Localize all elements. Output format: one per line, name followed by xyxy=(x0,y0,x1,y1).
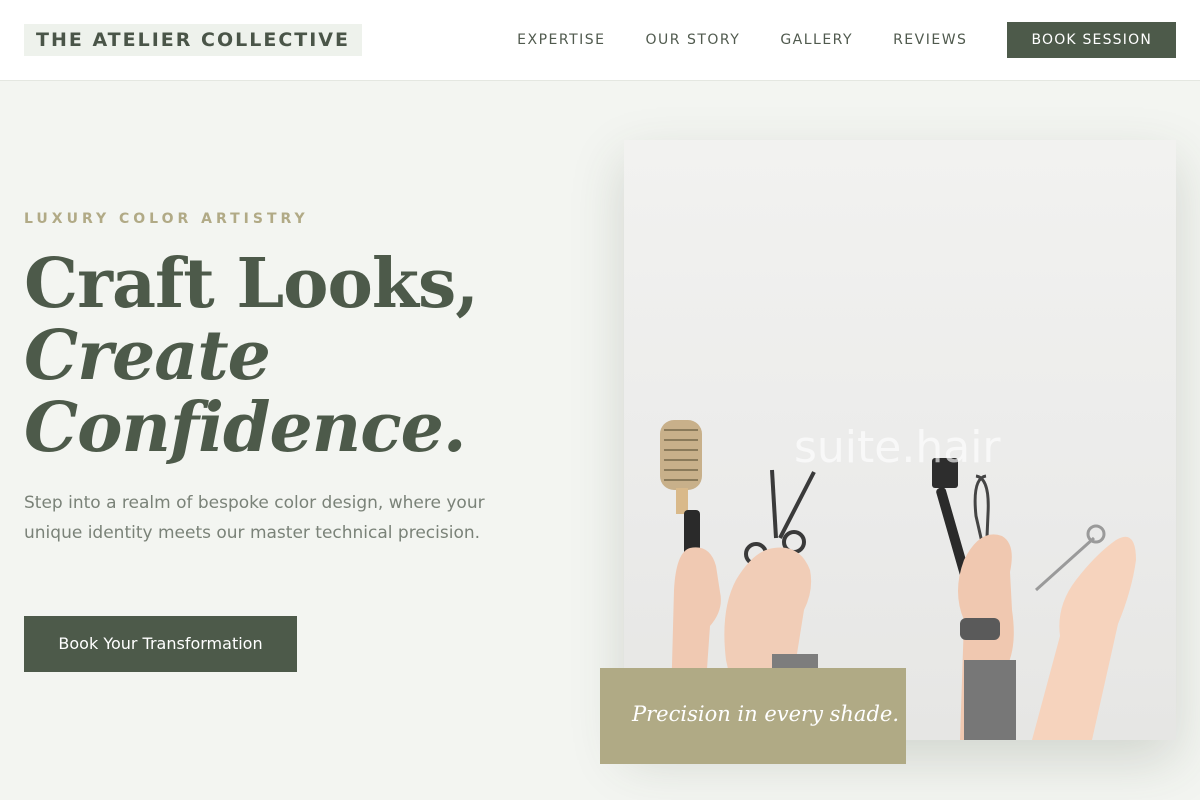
hero-photo: suite.hair xyxy=(624,140,1176,740)
brand-logo[interactable]: THE ATELIER COLLECTIVE xyxy=(24,24,362,56)
photo-watermark: suite.hair xyxy=(794,422,1001,473)
main-nav: EXPERTISE OUR STORY GALLERY REVIEWS BOOK… xyxy=(517,22,1176,58)
nav-link-reviews[interactable]: REVIEWS xyxy=(893,32,967,48)
book-transformation-button[interactable]: Book Your Transformation xyxy=(24,616,297,672)
photo-caption-card: Precision in every shade. xyxy=(600,668,906,764)
hero-eyebrow: LUXURY COLOR ARTISTRY xyxy=(24,211,309,227)
headline-line-1: Craft Looks, xyxy=(24,244,479,324)
hero-headline: Craft Looks, Create Confidence. xyxy=(24,248,584,464)
photo-caption-text: Precision in every shade. xyxy=(632,702,899,726)
nav-link-expertise[interactable]: EXPERTISE xyxy=(517,32,605,48)
nav-link-our-story[interactable]: OUR STORY xyxy=(646,32,741,48)
book-session-button[interactable]: BOOK SESSION xyxy=(1007,22,1176,58)
headline-line-3: Confidence. xyxy=(24,388,467,468)
nav-link-gallery[interactable]: GALLERY xyxy=(780,32,853,48)
hero-lead-text: Step into a realm of bespoke color desig… xyxy=(24,493,485,543)
site-header: THE ATELIER COLLECTIVE EXPERTISE OUR STO… xyxy=(0,0,1200,81)
headline-line-2: Create xyxy=(24,316,271,396)
